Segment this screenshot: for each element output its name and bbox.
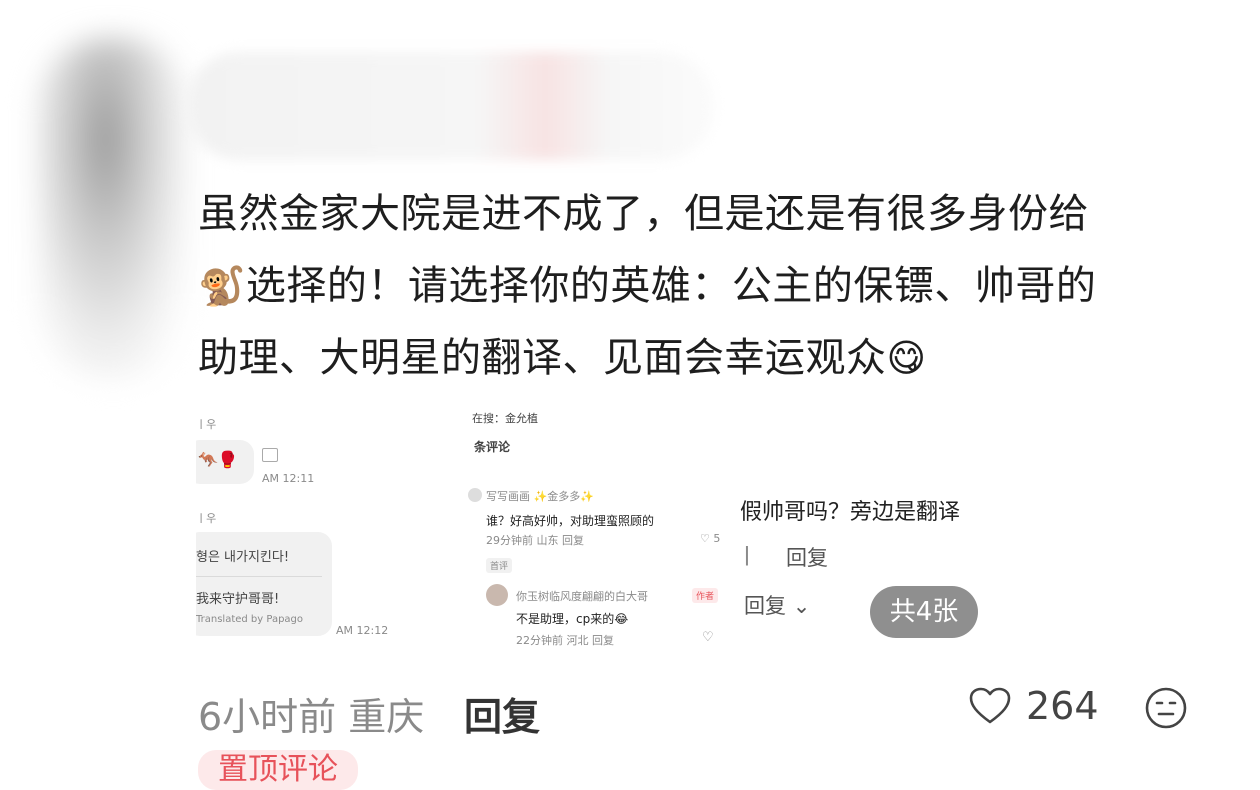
comment-line-1: 虽然金家大院是进不成了，但是还是有很多身份给 bbox=[198, 191, 1089, 237]
image-thumbnail-1[interactable]: ㅣ우 🦘🥊 AM 12:11 ㅣ우 형은 내가지킨다! 我来守护哥哥! Tran… bbox=[196, 404, 441, 654]
search-query: 在搜：金允植 bbox=[472, 412, 538, 425]
like-button[interactable]: 264 bbox=[968, 684, 1099, 728]
avatar bbox=[468, 488, 482, 502]
translation-credit: Translated by Papago bbox=[196, 614, 304, 625]
heart-icon bbox=[969, 687, 1011, 724]
chat-bubble: 형은 내가지킨다! 我来守护哥哥! Translated by Papago bbox=[196, 532, 332, 636]
comment-fragment: 假帅哥吗？旁边是翻译 bbox=[740, 500, 961, 525]
comment-line-3: 助理、大明星的翻译、见面会幸运观众😋 bbox=[198, 335, 927, 381]
chat-message-korean: 형은 내가지킨다! bbox=[196, 550, 290, 565]
reply-button[interactable]: 回复 bbox=[464, 686, 540, 741]
comment-text: 虽然金家大院是进不成了，但是还是有很多身份给 🐒选择的！请选择你的英雄：公主的保… bbox=[198, 178, 1208, 394]
reply-meta: 22分钟前 河北 回复 bbox=[516, 634, 614, 647]
chat-sender-name: ㅣ우 bbox=[196, 418, 217, 431]
image-thumbnail-2[interactable]: 在搜：金允植 条评论 写写画画 ✨金多多✨ 谁？好高好帅，对助理蛮照顾的 29分… bbox=[466, 404, 728, 654]
heart-icon: ♡ bbox=[702, 630, 714, 645]
chat-emojis: 🦘🥊 bbox=[198, 450, 238, 469]
chat-bubble: 🦘🥊 bbox=[196, 440, 254, 484]
comment-text: 谁？好高好帅，对助理蛮照顾的 bbox=[486, 514, 655, 528]
reply-link: 回复 bbox=[786, 546, 828, 570]
like-count: 264 bbox=[1026, 684, 1099, 728]
reply-link: 回复 ⌄ bbox=[744, 594, 811, 618]
reply-user: 你玉树临风度翩翩的白大哥 bbox=[516, 590, 648, 603]
avatar bbox=[486, 584, 508, 606]
username-blurred[interactable] bbox=[185, 52, 715, 160]
comment-line-2: 🐒选择的！请选择你的英雄：公主的保镖、帅哥的 bbox=[198, 263, 1097, 309]
avatar[interactable] bbox=[38, 38, 188, 378]
reply-text: 不是助理，cp来的😂 bbox=[516, 612, 629, 626]
chat-time: AM 12:11 bbox=[262, 472, 315, 485]
chat-sender-name: ㅣ우 bbox=[196, 512, 217, 525]
comment-time-location: 6小时前 重庆 bbox=[198, 695, 425, 739]
comment-count: 条评论 bbox=[474, 440, 511, 454]
divider-mark: ǀ bbox=[744, 542, 750, 566]
divider bbox=[196, 576, 322, 577]
yum-emoji: 😋 bbox=[886, 336, 927, 380]
comment-like-count: ♡ 5 bbox=[700, 532, 721, 545]
first-comment-tag: 首评 bbox=[486, 558, 513, 573]
monkey-emoji: 🐒 bbox=[198, 264, 246, 308]
comment-user: 写写画画 ✨金多多✨ bbox=[486, 490, 594, 503]
image-count-badge[interactable]: 共4张 bbox=[870, 586, 978, 638]
copy-icon bbox=[262, 448, 278, 462]
emoji-reaction-icon[interactable] bbox=[1144, 686, 1188, 730]
chat-time: AM 12:12 bbox=[336, 624, 389, 637]
comment-meta: 29分钟前 山东 回复 bbox=[486, 534, 584, 547]
chat-message-translation: 我来守护哥哥! bbox=[196, 592, 280, 607]
pinned-comment-tag: 置顶评论 bbox=[198, 750, 358, 790]
chevron-down-icon: ⌄ bbox=[792, 594, 811, 618]
author-tag: 作者 bbox=[692, 588, 719, 603]
